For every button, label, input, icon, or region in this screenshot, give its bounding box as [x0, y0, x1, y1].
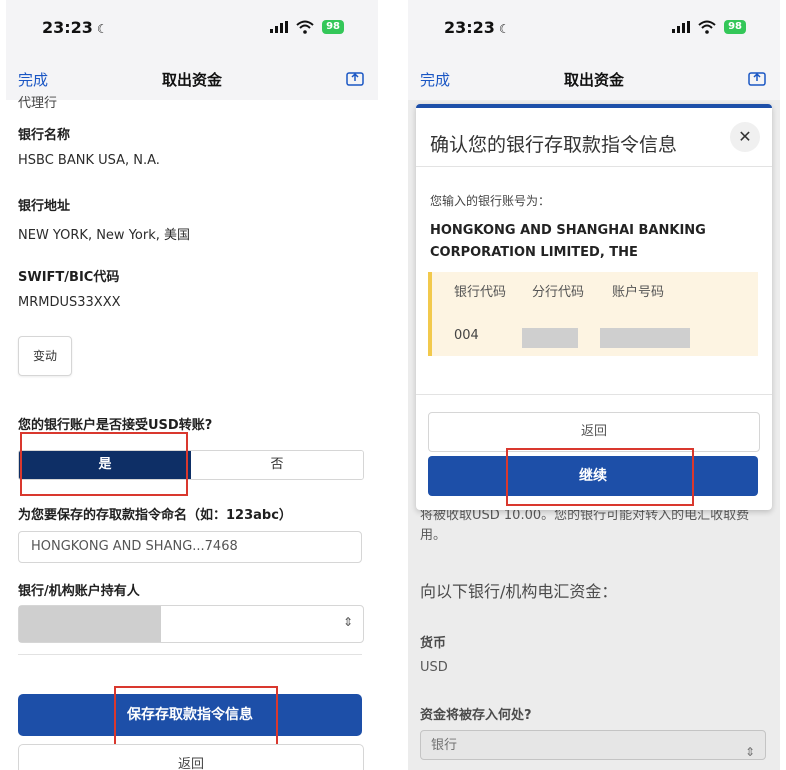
bank-name-label: 银行名称	[18, 128, 71, 143]
swift-value: MRMDUS33XXX	[18, 295, 121, 310]
battery-icon: 98	[724, 20, 746, 34]
status-bar: 23:23 ☾ 98	[6, 0, 378, 58]
nav-bar: 完成 取出资金	[408, 58, 780, 100]
bank-name-value: HSBC BANK USA, N.A.	[18, 153, 160, 168]
share-icon[interactable]	[346, 70, 364, 86]
phone-screen-left: 23:23 ☾ 98 完成 取出资金 代理行 银行名称 HSBC BANK USA…	[6, 0, 378, 770]
moon-icon: ☾	[96, 22, 108, 36]
redacted-value	[19, 606, 161, 642]
dialog-back-button[interactable]: 返回	[428, 412, 760, 452]
deposit-destination-label: 资金将被存入何处?	[420, 708, 532, 723]
status-time: 23:23	[42, 18, 93, 37]
signal-icon	[672, 21, 691, 33]
account-number-header: 账户号码	[612, 285, 665, 300]
account-info-box: 银行代码 分行代码 账户号码 004	[428, 272, 758, 356]
close-icon[interactable]: ✕	[730, 122, 760, 152]
usd-question-label: 您的银行账户是否接受USD转账?	[18, 418, 213, 433]
phone-screen-right: 23:23 ☾ 98 完成 取出资金 将被收取USD 10.00。您的银行可能对转…	[408, 0, 780, 770]
account-holder-select[interactable]: ⇕	[18, 605, 364, 643]
back-button[interactable]: 返回	[18, 744, 364, 770]
done-button[interactable]: 完成	[18, 69, 48, 90]
bank-code-value: 004	[454, 328, 479, 343]
battery-icon: 98	[322, 20, 344, 34]
confirm-dialog: 确认您的银行存取款指令信息 ✕ 您输入的银行账号为： HONGKONG AND …	[416, 104, 772, 510]
no-option[interactable]: 否	[191, 451, 363, 479]
fee-notice: 将被收取USD 10.00。您的银行可能对转入的电汇收取费用。	[420, 508, 750, 543]
divider	[416, 394, 772, 395]
status-time: 23:23	[444, 18, 495, 37]
save-instruction-button[interactable]: 保存存取款指令信息	[18, 694, 362, 736]
bank-code-header: 银行代码	[454, 285, 507, 300]
usd-accept-toggle[interactable]: 是 否	[18, 450, 364, 480]
deposit-destination-value: 银行	[431, 738, 458, 753]
currency-value: USD	[420, 660, 448, 675]
instruction-name-label: 为您要保存的存取款指令命名（如：123abc）	[18, 508, 292, 523]
status-bar: 23:23 ☾ 98	[408, 0, 780, 58]
moon-icon: ☾	[498, 22, 510, 36]
instruction-name-input[interactable]: HONGKONG AND SHANG...7468	[18, 531, 362, 563]
signal-icon	[270, 21, 289, 33]
swift-label: SWIFT/BIC代码	[18, 270, 120, 285]
branch-code-header: 分行代码	[532, 285, 585, 300]
account-prompt: 您输入的银行账号为：	[430, 194, 551, 208]
bank-full-name: HONGKONG AND SHANGHAI BANKING CORPORATIO…	[430, 223, 706, 260]
divider	[18, 654, 362, 655]
currency-label: 货币	[420, 636, 447, 651]
wifi-icon	[698, 20, 716, 34]
screen-gap	[378, 0, 408, 770]
continue-button[interactable]: 继续	[428, 456, 758, 496]
done-button[interactable]: 完成	[420, 69, 450, 90]
page-title: 取出资金	[161, 71, 222, 89]
chevron-updown-icon: ⇕	[744, 745, 755, 759]
redacted-account-number	[600, 328, 690, 348]
dialog-accent-bar	[416, 104, 772, 108]
change-button[interactable]: 变动	[18, 336, 72, 376]
deposit-destination-select[interactable]: 银行 ⇕	[420, 730, 766, 760]
wire-heading: 向以下银行/机构电汇资金：	[420, 582, 618, 601]
wifi-icon	[296, 20, 314, 34]
page-title: 取出资金	[563, 71, 624, 89]
share-icon[interactable]	[748, 70, 766, 86]
account-holder-label: 银行/机构账户持有人	[18, 584, 140, 599]
divider	[416, 166, 772, 167]
correspondent-bank-label: 代理行	[18, 96, 58, 111]
nav-bar: 完成 取出资金	[6, 58, 378, 100]
bank-address-value: NEW YORK, New York, 美国	[18, 228, 191, 243]
redacted-branch-code	[522, 328, 578, 348]
yes-option[interactable]: 是	[19, 451, 191, 479]
dialog-title: 确认您的银行存取款指令信息	[430, 134, 678, 156]
chevron-updown-icon: ⇕	[342, 615, 353, 629]
bank-address-label: 银行地址	[18, 199, 71, 214]
